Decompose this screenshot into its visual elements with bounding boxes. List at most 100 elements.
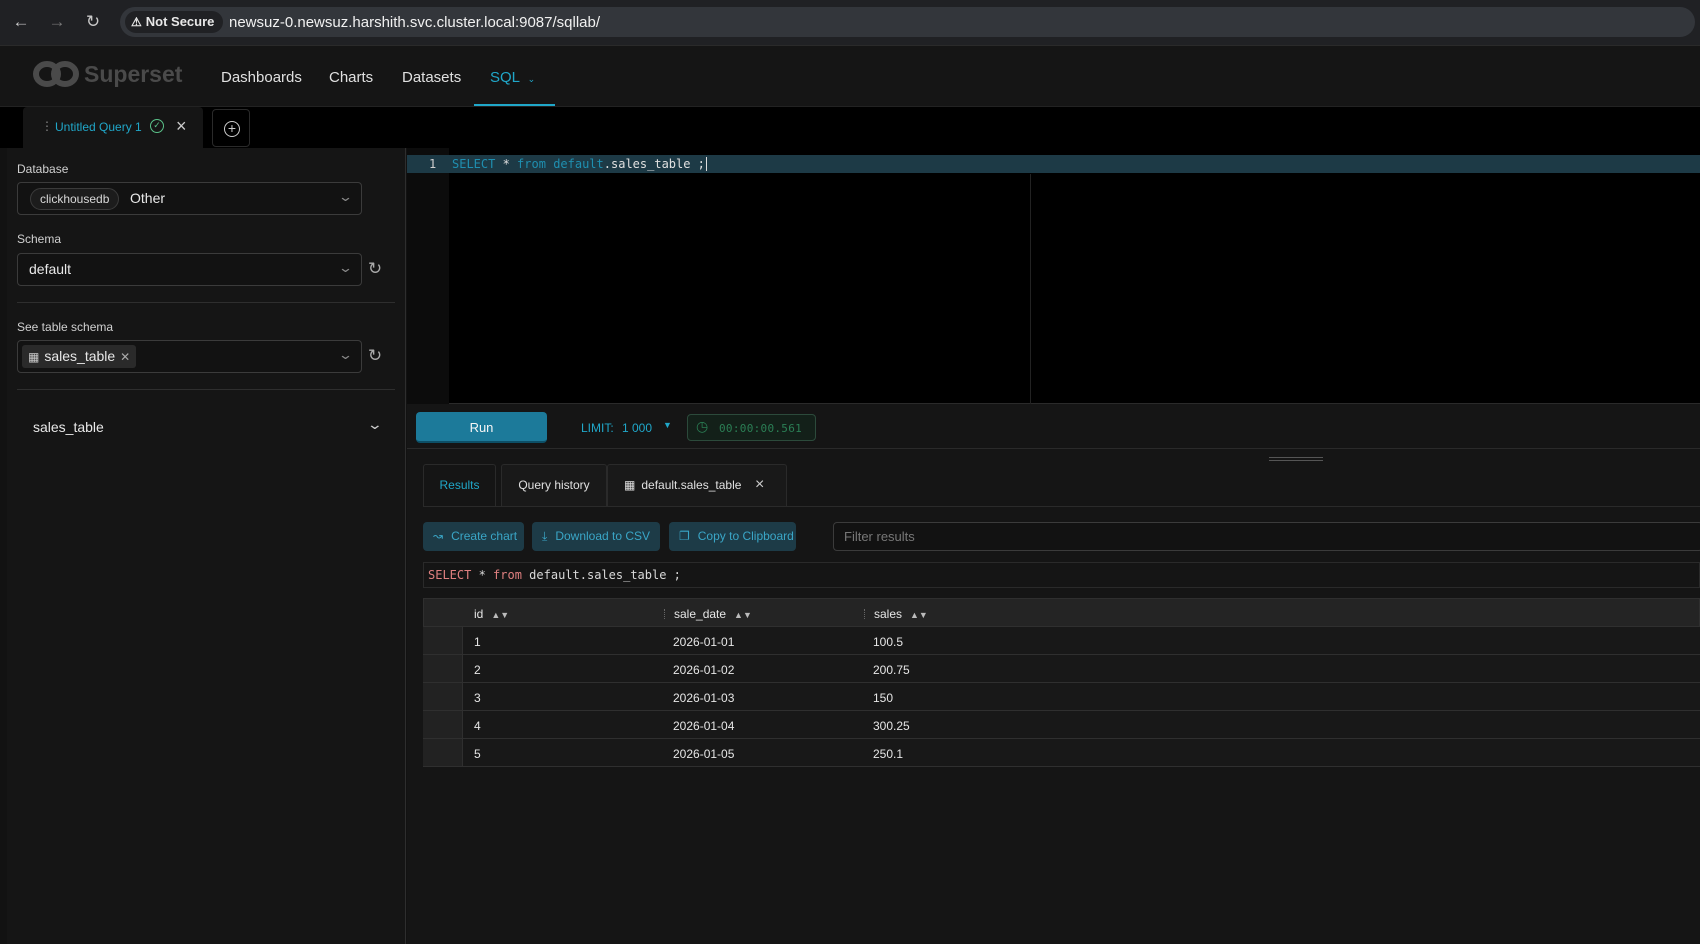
schema-value: default — [29, 261, 72, 277]
reload-icon[interactable]: ↻ — [82, 11, 104, 33]
row-index-cell — [423, 739, 463, 766]
code-line[interactable]: SELECT * from default.sales_table ; — [452, 157, 707, 171]
refresh-schema-icon[interactable]: ↻ — [366, 260, 384, 278]
copy-clipboard-label: Copy to Clipboard — [697, 529, 794, 543]
tabs-divider — [423, 506, 1700, 507]
column-header-sale-date[interactable]: sale_date ▲▼ — [674, 607, 752, 621]
database-engine-tag: clickhousedb — [30, 188, 120, 210]
cell-id: 1 — [474, 635, 481, 649]
copy-icon: ❐ — [679, 529, 690, 543]
download-icon: ⤓ — [542, 529, 548, 543]
add-query-tab-button[interactable]: + — [212, 109, 250, 147]
menu-datasets[interactable]: Datasets — [402, 69, 461, 86]
cell-sales: 100.5 — [873, 635, 904, 649]
executed-sql-preview: SELECT * from default.sales_table ; — [423, 562, 1700, 588]
table-icon: ▦ — [28, 350, 40, 364]
limit-label[interactable]: LIMIT: — [581, 421, 614, 435]
database-select[interactable]: clickhousedb Other ⌄ — [17, 182, 362, 215]
success-check-icon: ✓ — [150, 119, 164, 133]
query-tab[interactable]: ⋮ Untitled Query 1 ✓ × — [23, 107, 203, 148]
caret-down-icon[interactable]: ▼ — [663, 420, 672, 430]
refresh-tables-icon[interactable]: ↻ — [366, 347, 384, 365]
chevron-down-icon: ⌄ — [527, 74, 536, 84]
column-name: id — [474, 607, 484, 621]
sql-star: * — [495, 157, 518, 171]
sql-lab-sidebar: Database clickhousedb Other ⌄ Schema def… — [7, 148, 406, 944]
tab-results[interactable]: Results — [423, 464, 496, 506]
sql-keyword: from — [493, 568, 522, 582]
sidebar-divider — [17, 302, 395, 303]
sql-keyword: SELECT — [428, 568, 472, 582]
text-cursor — [705, 157, 707, 171]
chevron-down-icon: ⌄ — [337, 189, 354, 204]
plus-circle-icon: + — [224, 121, 240, 137]
address-bar[interactable]: ⚠ Not Secure newsuz-0.newsuz.harshith.svc… — [120, 7, 1695, 37]
tab-table-preview[interactable]: ▦ default.sales_table × — [607, 464, 787, 506]
cell-sale-date: 2026-01-02 — [673, 663, 735, 677]
schema-label: Schema — [17, 232, 62, 246]
logo-icon — [33, 61, 79, 87]
back-arrow-icon[interactable]: ← — [10, 11, 32, 33]
close-tab-icon[interactable]: × — [176, 116, 187, 137]
table-row: 1 2026-01-01 100.5 — [423, 627, 1700, 655]
filter-results-input[interactable] — [833, 522, 1700, 551]
table-preview-title[interactable]: sales_table — [33, 419, 104, 435]
remove-tag-icon[interactable]: ✕ — [120, 350, 130, 364]
column-resize-handle[interactable] — [864, 609, 866, 619]
security-label: Not Secure — [145, 14, 215, 29]
chevron-down-icon: ⌄ — [337, 260, 354, 275]
superset-logo[interactable]: Superset — [32, 58, 182, 90]
warning-icon: ⚠ — [131, 15, 142, 29]
sql-keyword: from — [517, 157, 546, 171]
close-tab-icon[interactable]: × — [755, 465, 764, 505]
results-panel: Results Query history ▦ default.sales_tab… — [407, 449, 1700, 944]
column-resize-handle[interactable] — [664, 609, 666, 619]
sort-icon[interactable]: ▲▼ — [734, 610, 752, 620]
selected-table-tag[interactable]: ▦ sales_table ✕ — [22, 345, 137, 368]
menu-charts[interactable]: Charts — [329, 69, 373, 86]
security-indicator[interactable]: ⚠ Not Secure — [125, 11, 224, 33]
column-header-id[interactable]: id ▲▼ — [474, 607, 509, 621]
editor-gutter — [407, 148, 449, 404]
tab-query-history[interactable]: Query history — [501, 464, 607, 506]
query-tabs-bar: ⋮ Untitled Query 1 ✓ × + — [0, 107, 1700, 148]
table-select[interactable]: ▦ sales_table ✕ ⌄ — [17, 340, 362, 373]
copy-clipboard-button[interactable]: ❐ Copy to Clipboard — [669, 522, 796, 551]
menu-dashboards[interactable]: Dashboards — [221, 69, 302, 86]
clock-icon: ◷ — [696, 418, 709, 434]
url-text[interactable]: newsuz-0.newsuz.harshith.svc.cluster.loc… — [229, 14, 600, 31]
results-table: id ▲▼ sale_date ▲▼ sales ▲▼ 1 2026-01-01 10… — [423, 598, 1700, 768]
sort-icon[interactable]: ▲▼ — [491, 610, 509, 620]
row-index-cell — [423, 627, 463, 654]
brand-name: Superset — [84, 61, 183, 87]
forward-arrow-icon[interactable]: → — [46, 11, 68, 33]
resize-handle[interactable] — [1269, 457, 1323, 461]
table-row: 3 2026-01-03 150 — [423, 683, 1700, 711]
column-header-sales[interactable]: sales ▲▼ — [874, 607, 928, 621]
sort-icon[interactable]: ▲▼ — [910, 610, 928, 620]
limit-value[interactable]: 1 000 — [622, 421, 652, 435]
column-name: sales — [874, 607, 903, 621]
sql-rest: default.sales_table ; — [521, 568, 681, 582]
chevron-down-icon: ⌄ — [337, 347, 354, 362]
cell-sales: 250.1 — [873, 747, 904, 761]
elapsed-time: 00:00:00.561 — [719, 422, 803, 435]
cell-sales: 200.75 — [873, 663, 910, 677]
menu-sql[interactable]: SQL ⌄ — [490, 69, 535, 86]
run-toolbar: Run LIMIT: 1 000 ▼ ◷ 00:00:00.561 — [407, 404, 1700, 449]
drag-handle-icon[interactable]: ⋮ — [41, 119, 53, 133]
cell-sales: 300.25 — [873, 719, 910, 733]
table-header: id ▲▼ sale_date ▲▼ sales ▲▼ — [423, 598, 1700, 627]
run-button[interactable]: Run — [416, 412, 547, 443]
chevron-down-icon[interactable]: ⌄ — [367, 416, 383, 433]
app-header: Superset Dashboards Charts Datasets SQL … — [0, 46, 1700, 107]
download-csv-button[interactable]: ⤓ Download to CSV — [532, 522, 660, 551]
create-chart-button[interactable]: ↝ Create chart — [423, 522, 524, 551]
table-row: 5 2026-01-05 250.1 — [423, 739, 1700, 767]
sql-editor[interactable]: 1 SELECT * from default.sales_table ; — [407, 148, 1700, 404]
schema-select[interactable]: default ⌄ — [17, 253, 362, 286]
cell-sale-date: 2026-01-01 — [673, 635, 735, 649]
cell-sales: 150 — [873, 691, 894, 705]
print-margin — [1030, 174, 1031, 404]
active-menu-indicator — [474, 104, 555, 106]
